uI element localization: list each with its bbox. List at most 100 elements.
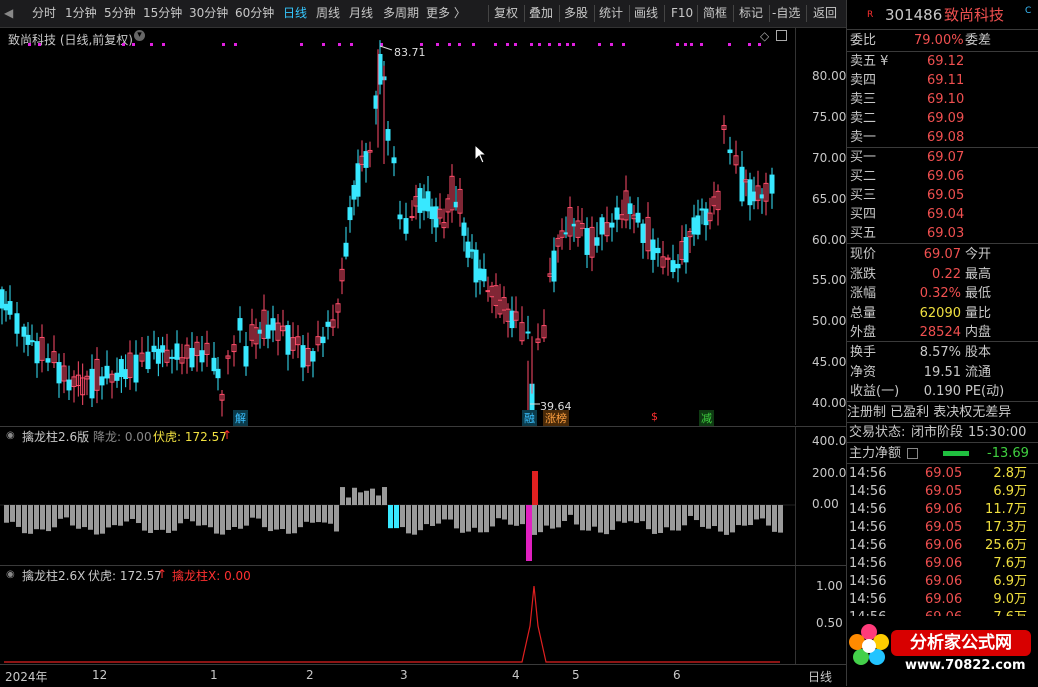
price-axis-line [795, 28, 796, 425]
indicator-bar [130, 505, 135, 519]
tick-row[interactable]: 14:56 69.05 2.8万 [847, 465, 1038, 483]
order-price[interactable]: 69.04 [927, 205, 964, 224]
period-indicator[interactable]: 日线 [808, 668, 832, 685]
tick-row[interactable]: 14:56 69.06 7.6万 [847, 555, 1038, 573]
indicator-bar [10, 505, 15, 522]
order-price[interactable]: 69.08 [927, 128, 964, 147]
stat-label: 最低 [965, 286, 992, 301]
period-tab-60min[interactable]: 60分钟 [235, 0, 274, 27]
order-price[interactable]: 69.12 [927, 52, 964, 71]
indicator-bar [598, 505, 603, 533]
indicator-bar [412, 505, 417, 535]
stat-label: 涨跌 [850, 266, 877, 282]
tick-row[interactable]: 14:56 69.06 25.6万 [847, 537, 1038, 555]
indicator-bar [112, 505, 117, 526]
order-level: 卖五 ¥ 69.12 [847, 52, 1038, 71]
candlestick-panel[interactable]: 致尚科技 (日线,前复权) ▾ ◇ 80.00 75.00 70.00 65.0… [0, 28, 847, 426]
indicator-bar [52, 505, 57, 528]
indicator-bar [160, 505, 165, 530]
period-tab-fenshi[interactable]: 分时 [32, 0, 56, 27]
candle [707, 197, 713, 230]
period-tab-5min[interactable]: 5分钟 [104, 0, 136, 27]
order-price[interactable]: 69.03 [927, 224, 964, 243]
indicator-panel-1[interactable]: ◉ 擒龙柱2.6版 降龙: 0.00 伏虎: 172.57 ↑ 400.0 20… [0, 426, 846, 565]
period-tab-monthly[interactable]: 月线 [349, 0, 373, 27]
collapse-icon[interactable]: ◀ [4, 0, 13, 27]
order-label: 卖一 [850, 130, 877, 145]
candle [257, 321, 263, 349]
period-tab-weekly[interactable]: 周线 [316, 0, 340, 27]
period-tab-30min[interactable]: 30分钟 [189, 0, 228, 27]
candle [231, 335, 237, 367]
candle [409, 200, 415, 221]
indicator-panel-2[interactable]: ◉ 擒龙柱2.6X 伏虎: 172.57 ↑ 擒龙柱X: 0.00 1.00 0… [0, 565, 846, 664]
tick-row[interactable]: 14:56 69.05 6.9万 [847, 483, 1038, 501]
overlay-button[interactable]: 叠加 [529, 0, 553, 27]
period-tab-15min[interactable]: 15分钟 [143, 0, 182, 27]
order-level: 卖三 69.10 [847, 90, 1038, 109]
stat-label: 外盘 [850, 325, 877, 340]
indicator-bar [226, 505, 231, 530]
event-tag[interactable]: 解 [233, 410, 248, 426]
mark-button[interactable]: 标记 [739, 0, 763, 27]
candle [21, 323, 27, 353]
order-price[interactable]: 69.10 [927, 90, 964, 109]
indicator-bar [22, 505, 27, 534]
toolbar-divider [806, 5, 807, 22]
main-net-row: 主力净额 -13.69 [849, 446, 1029, 461]
indicator-bar [442, 505, 447, 520]
event-tag[interactable]: $ [651, 410, 658, 423]
candle [579, 208, 585, 237]
list-icon[interactable] [907, 448, 918, 459]
indicator-bar [388, 505, 393, 529]
order-price[interactable]: 69.05 [927, 186, 964, 205]
period-tab-1min[interactable]: 1分钟 [65, 0, 97, 27]
candle [219, 389, 225, 417]
stats-button[interactable]: 统计 [599, 0, 623, 27]
stat-label: 净资 [850, 364, 877, 380]
tick-time: 14:56 [849, 538, 887, 553]
back-button[interactable]: 返回 [813, 0, 837, 27]
y-tick: 75.00 [812, 110, 847, 124]
draw-line-button[interactable]: 画线 [634, 0, 658, 27]
indicator-bar [478, 505, 483, 533]
period-tab-more[interactable]: 更多 〉 [426, 0, 466, 27]
indicator-bar [316, 505, 321, 523]
net-bar [943, 451, 969, 456]
indicator-bar [772, 505, 777, 532]
candle [547, 257, 553, 283]
candle [429, 198, 435, 234]
simple-frame-button[interactable]: 简框 [703, 0, 727, 27]
tick-row[interactable]: 14:56 69.06 11.7万 [847, 501, 1038, 519]
period-tab-multi[interactable]: 多周期 [383, 0, 419, 27]
candle [421, 184, 427, 221]
signal-dot [458, 43, 461, 46]
event-tag[interactable]: 涨榜 [543, 410, 569, 426]
y-tick: 400.0 [812, 434, 847, 448]
candle [61, 353, 67, 394]
tick-row[interactable]: 14:56 69.06 9.0万 [847, 591, 1038, 609]
candle [695, 199, 701, 240]
indicator-bar [760, 505, 765, 519]
tick-row[interactable]: 14:56 69.05 17.3万 [847, 519, 1038, 537]
add-watchlist-button[interactable]: -自选 [772, 0, 800, 27]
order-price[interactable]: 69.07 [927, 148, 964, 167]
candle [687, 228, 693, 254]
multi-stock-button[interactable]: 多股 [564, 0, 588, 27]
order-price[interactable]: 69.11 [927, 71, 964, 90]
high-label: 83.71 [394, 46, 426, 59]
order-level: 卖二 69.09 [847, 109, 1038, 128]
event-tag[interactable]: 减 [699, 410, 714, 426]
tick-row[interactable]: 14:56 69.06 6.9万 [847, 573, 1038, 591]
adjust-button[interactable]: 复权 [494, 0, 518, 27]
order-price[interactable]: 69.06 [927, 167, 964, 186]
f10-button[interactable]: F10 [671, 0, 693, 27]
event-tag[interactable]: 融 [522, 410, 537, 426]
signal-dot [472, 43, 475, 46]
candle [99, 366, 105, 400]
order-price[interactable]: 69.09 [927, 109, 964, 128]
candle [174, 330, 180, 371]
candle [51, 335, 57, 369]
period-tab-daily[interactable]: 日线 [283, 0, 307, 27]
tick-time: 14:56 [849, 556, 887, 571]
